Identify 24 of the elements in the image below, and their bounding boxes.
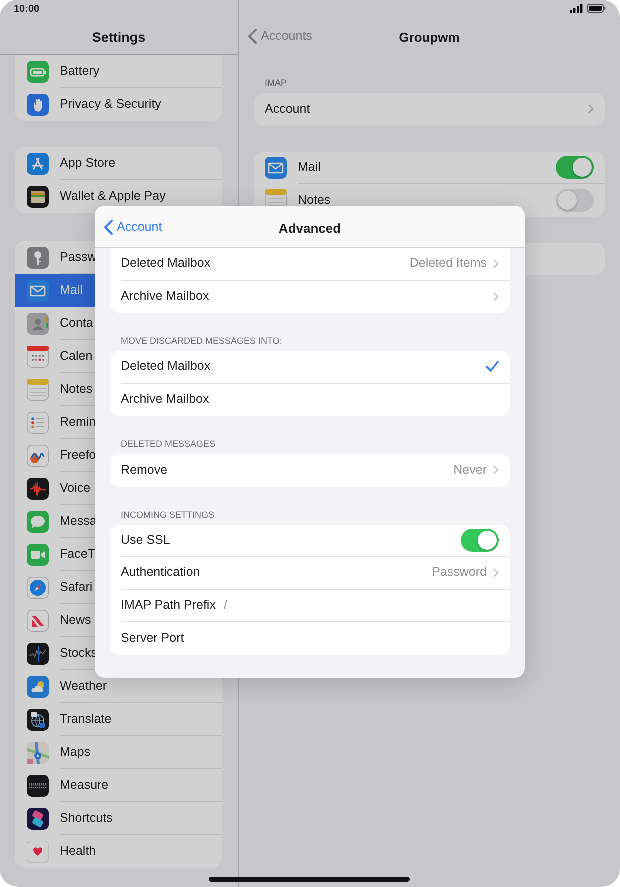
row-label: Archive Mailbox xyxy=(121,391,210,408)
section-header: MOVE DISCARDED MESSAGES INTO: xyxy=(120,335,284,348)
sidebar-title: Settings xyxy=(91,29,147,47)
page-title: Groupwm xyxy=(399,29,460,47)
row-label: Deleted Mailbox xyxy=(121,255,211,272)
row-label: Account xyxy=(265,100,312,118)
row-label: IMAP Path Prefix xyxy=(121,596,216,614)
row-label: Remove xyxy=(121,462,168,479)
field-value: / xyxy=(224,596,228,614)
row-label: Notes xyxy=(298,192,332,209)
row-label: Server Port xyxy=(121,630,184,647)
modal-title: Advanced xyxy=(278,220,342,238)
section-header: INCOMING SETTINGS xyxy=(120,508,216,522)
row-label: Mail xyxy=(298,158,322,176)
row-value: Never xyxy=(454,462,487,479)
section-header: IMAP xyxy=(264,77,288,90)
row-label: Use SSL xyxy=(121,532,170,549)
row-label: Archive Mailbox xyxy=(121,288,210,306)
section-header: DELETED MESSAGES xyxy=(120,438,217,451)
row-label: Authentication xyxy=(121,564,200,582)
status-time: 10:00 xyxy=(14,3,40,17)
row-label: Deleted Mailbox xyxy=(121,358,211,376)
row-value: Password xyxy=(432,564,487,582)
row-value: Deleted Items xyxy=(410,255,487,272)
